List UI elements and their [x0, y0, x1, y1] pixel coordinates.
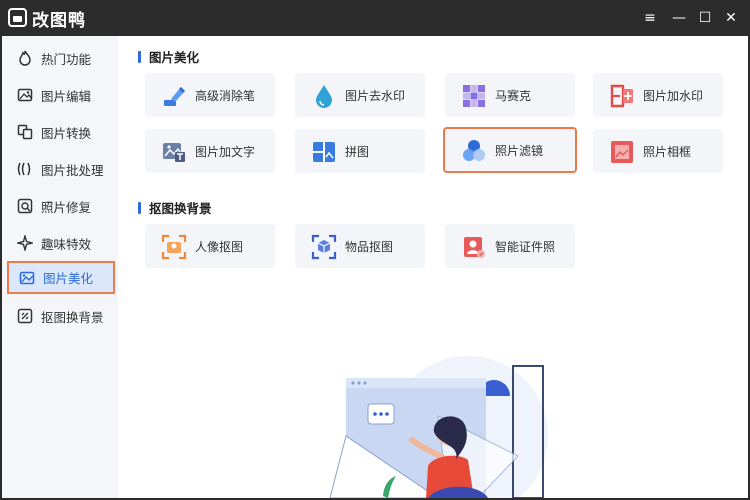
cutout-icon	[17, 308, 33, 324]
card-label: 照片相框	[643, 144, 692, 159]
app-logo-icon	[8, 8, 27, 27]
convert-icon	[17, 124, 33, 140]
card-label: 照片滤镜	[495, 143, 544, 158]
main-content: 图片美化 高级消除笔 图片去水印 马赛克 图片加水印 图片加文字 拼图 照片滤镜…	[118, 36, 748, 500]
card-label: 物品抠图	[345, 239, 394, 254]
card-photo-filter[interactable]: 照片滤镜	[443, 127, 577, 173]
card-add-text[interactable]: 图片加文字	[145, 129, 275, 173]
card-object-cutout[interactable]: 物品抠图	[295, 224, 425, 268]
sidebar-item-label: 热门功能	[41, 51, 92, 67]
sidebar-item-label: 照片修复	[41, 199, 92, 215]
card-label: 人像抠图	[195, 239, 244, 254]
minimize-icon[interactable]: —	[670, 9, 688, 27]
sidebar-item-cutout[interactable]: 抠图换背景	[7, 300, 115, 332]
maximize-icon[interactable]: ☐	[696, 9, 714, 27]
filter-icon	[461, 138, 485, 162]
sidebar-item-label: 图片批处理	[41, 162, 104, 178]
title-bar: 改图鸭 ≡ — ☐ ✕	[0, 0, 750, 36]
image-edit-icon	[17, 87, 33, 103]
sidebar-item-label: 图片转换	[41, 125, 92, 141]
app-title: 改图鸭	[32, 11, 86, 31]
section-accent-bar	[138, 201, 141, 214]
batch-icon	[17, 161, 33, 177]
card-label: 图片去水印	[345, 88, 406, 103]
card-smart-id-photo[interactable]: 智能证件照	[445, 224, 575, 268]
sidebar-item-fun-effects[interactable]: 趣味特效	[7, 227, 115, 259]
object-cutout-icon	[311, 234, 337, 260]
section-title-beautify: 图片美化	[138, 47, 199, 66]
sidebar-item-image-edit[interactable]: 图片编辑	[7, 79, 115, 111]
sidebar-item-hot[interactable]: 热门功能	[7, 42, 115, 74]
section-title-text: 图片美化	[149, 50, 200, 65]
card-mosaic[interactable]: 马赛克	[445, 73, 575, 117]
sparkle-icon	[17, 235, 33, 251]
card-collage[interactable]: 拼图	[295, 129, 425, 173]
card-label: 拼图	[345, 144, 370, 159]
water-drop-icon	[311, 83, 335, 108]
sidebar-item-photo-repair[interactable]: 照片修复	[7, 190, 115, 222]
eraser-pen-icon	[161, 83, 185, 107]
flame-icon	[17, 50, 33, 66]
card-label: 马赛克	[495, 88, 532, 103]
card-label: 高级消除笔	[195, 88, 256, 103]
add-watermark-icon	[609, 83, 633, 108]
card-remove-watermark[interactable]: 图片去水印	[295, 73, 425, 117]
card-advanced-eraser[interactable]: 高级消除笔	[145, 73, 275, 117]
empty-state-illustration	[328, 356, 568, 500]
card-label: 智能证件照	[495, 239, 556, 254]
card-add-watermark[interactable]: 图片加水印	[593, 73, 723, 117]
sidebar-item-beautify[interactable]: 图片美化	[7, 261, 115, 294]
sidebar-item-convert[interactable]: 图片转换	[7, 116, 115, 148]
sidebar-item-label: 图片编辑	[41, 88, 92, 104]
mosaic-icon	[461, 83, 485, 107]
window-frame-left	[0, 36, 2, 500]
id-photo-icon	[461, 234, 485, 258]
card-portrait-cutout[interactable]: 人像抠图	[145, 224, 275, 268]
section-title-cutout: 抠图换背景	[138, 198, 212, 217]
sidebar-item-batch[interactable]: 图片批处理	[7, 153, 115, 185]
sidebar-item-label: 趣味特效	[41, 236, 92, 252]
sidebar-item-label: 抠图换背景	[41, 309, 104, 325]
sidebar-item-label: 图片美化	[43, 271, 94, 286]
photo-frame-icon	[609, 139, 633, 163]
section-title-text: 抠图换背景	[149, 201, 212, 216]
sidebar: 热门功能 图片编辑 图片转换 图片批处理 照片修复 趣味特效 图片美化 抠图换背…	[2, 36, 118, 498]
close-icon[interactable]: ✕	[722, 9, 740, 27]
section-accent-bar	[138, 50, 141, 63]
beautify-icon	[19, 270, 35, 286]
collage-icon	[311, 139, 335, 163]
card-label: 图片加文字	[195, 144, 256, 159]
portrait-cutout-icon	[161, 234, 187, 260]
photo-repair-icon	[17, 198, 33, 214]
add-text-icon	[161, 139, 185, 163]
card-label: 图片加水印	[643, 88, 704, 103]
card-photo-frame[interactable]: 照片相框	[593, 129, 723, 173]
menu-icon[interactable]: ≡	[641, 9, 659, 27]
